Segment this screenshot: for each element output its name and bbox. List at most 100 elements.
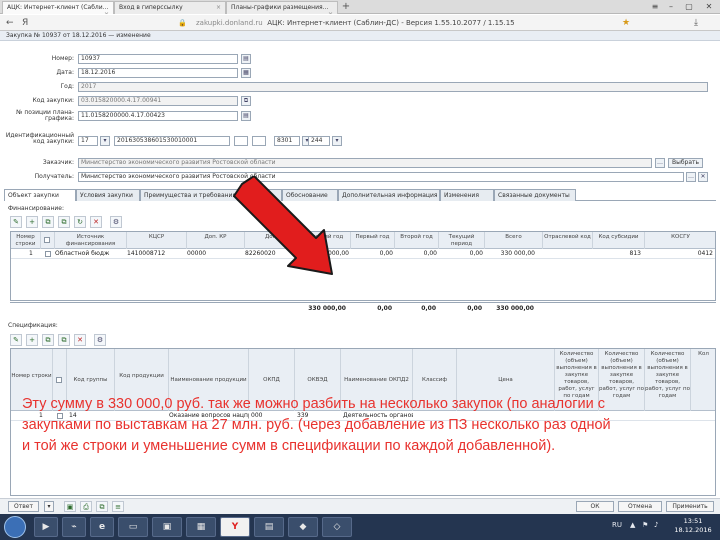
start-button[interactable] (4, 516, 26, 538)
tab-object[interactable]: Объект закупки (4, 189, 76, 201)
second-year-cell[interactable]: 0,00 (395, 249, 437, 259)
new-tab-icon[interactable]: + (340, 1, 352, 13)
add-icon[interactable]: + (26, 334, 38, 346)
ikz-part-field[interactable]: 244 (308, 136, 330, 146)
browser-tab-acc[interactable]: АЦК: Интернет-клиент (Сабли...× (2, 1, 114, 14)
attach-icon[interactable]: ⧉ (96, 501, 108, 512)
calendar-icon[interactable]: ▤ (241, 54, 251, 64)
spreadsheet-icon[interactable]: ▦ (186, 517, 216, 537)
edit-icon[interactable]: ✎ (10, 334, 22, 346)
column-header: КЦСР (127, 232, 187, 249)
plan-position-field[interactable]: 11.0158200000.4.17.00423 (78, 111, 238, 121)
recipient-field[interactable]: Министерство экономического развития Рос… (78, 172, 684, 182)
flag-icon[interactable]: ⚑ (642, 521, 648, 529)
copy-icon[interactable]: ⧉ (42, 216, 54, 228)
save-icon[interactable]: ▣ (64, 501, 76, 512)
chevron-down-icon[interactable]: ▾ (44, 501, 54, 512)
current-period-cell[interactable]: 0,00 (439, 249, 483, 259)
delete-icon[interactable]: ✕ (90, 216, 102, 228)
print-icon[interactable]: ⎙ (80, 501, 92, 512)
choose-button[interactable]: Выбрать (668, 158, 704, 168)
tab-conditions[interactable]: Условия закупки (76, 189, 140, 201)
copy-icon[interactable]: ⧉ (241, 96, 251, 106)
settings-icon[interactable]: ⚙ (94, 334, 106, 346)
folder-icon[interactable]: ▭ (118, 517, 148, 537)
row-checkbox[interactable] (45, 251, 51, 257)
close-icon[interactable]: × (216, 4, 221, 11)
column-header: Номер строки (11, 232, 41, 249)
copy-icon[interactable]: ⧉ (58, 216, 70, 228)
tab-linked-docs[interactable]: Связанные документы (494, 189, 576, 201)
date-field[interactable]: 18.12.2016 (78, 68, 238, 78)
column-header: Всего (485, 232, 543, 249)
delete-icon[interactable]: ✕ (74, 334, 86, 346)
table-row[interactable]: 1 Областной бюдж 1410008712 00000 822600… (11, 249, 715, 259)
column-header-checkbox[interactable] (41, 232, 55, 249)
apply-button[interactable]: Применить (666, 501, 714, 512)
browser-tab-link[interactable]: Вход в гиперссылку × (114, 1, 226, 14)
dots-icon[interactable]: … (655, 158, 665, 168)
volume-icon[interactable]: ♪ (654, 521, 658, 529)
language-indicator[interactable]: RU (612, 521, 622, 529)
clock[interactable]: 13:51 18.12.2016 (668, 517, 718, 535)
copy-icon[interactable]: ⧉ (58, 334, 70, 346)
app-icon[interactable]: ◇ (322, 517, 352, 537)
close-icon[interactable]: ✕ (698, 172, 708, 182)
close-window-icon[interactable]: ✕ (702, 1, 716, 13)
annotation-text: Эту сумму в 330 000,0 руб. так же можно … (22, 396, 611, 454)
ikz-part-field[interactable]: 8301 (274, 136, 300, 146)
arrow-shape (233, 176, 333, 275)
refresh-icon[interactable]: ↻ (74, 216, 86, 228)
calendar-icon[interactable]: ▦ (241, 68, 251, 78)
chevron-down-icon[interactable]: ▾ (100, 136, 110, 146)
select-icon[interactable]: ▤ (241, 111, 251, 121)
ikz-part-field[interactable] (234, 136, 248, 146)
dots-icon[interactable]: … (686, 172, 696, 182)
tab-changes[interactable]: Изменения (440, 189, 494, 201)
close-icon[interactable]: × (104, 11, 109, 14)
network-icon[interactable]: ⌁ (62, 517, 86, 537)
tray-arrow-icon[interactable]: ▲ (630, 521, 635, 529)
add-icon[interactable]: + (26, 216, 38, 228)
kcsr-cell: 1410008712 (127, 250, 166, 257)
ikz-part-field[interactable] (252, 136, 266, 146)
ie-icon[interactable]: e (90, 517, 114, 537)
edit-icon[interactable]: ✎ (10, 216, 22, 228)
number-field[interactable]: 10937 (78, 54, 238, 64)
media-player-icon[interactable]: ▶ (34, 517, 58, 537)
tab-additional[interactable]: Дополнительная информация (338, 189, 440, 201)
column-header: Отраслевой код (543, 232, 593, 249)
ikz-year-field[interactable]: 17 (78, 136, 98, 146)
presentation-icon[interactable]: ▣ (152, 517, 182, 537)
close-icon[interactable]: × (328, 11, 333, 14)
menu-icon[interactable]: ≡ (648, 1, 662, 13)
total-current-period: 0,00 (467, 305, 482, 312)
download-icon[interactable]: ⤓ (694, 17, 698, 29)
cancel-button[interactable]: Отмена (618, 501, 662, 512)
minimize-icon[interactable]: – (664, 1, 678, 13)
copy-icon[interactable]: ⧉ (42, 334, 54, 346)
answer-button[interactable]: Ответ (8, 501, 39, 512)
checkbox[interactable] (56, 377, 62, 383)
document-icon[interactable]: ▤ (254, 517, 284, 537)
url-field[interactable]: zakupki.donland.ru АЦК: Интернет-клиент … (196, 17, 616, 29)
settings-icon[interactable]: ⚙ (110, 216, 122, 228)
ikz-label: Идентификационный код закупки: (5, 132, 74, 145)
first-year-cell[interactable]: 0,00 (351, 249, 393, 259)
document-tabs: Объект закупки Условия закупки Преимущес… (4, 189, 716, 201)
maximize-icon[interactable]: ▢ (682, 1, 696, 13)
browser-tab-plans[interactable]: Планы-графики размещения...× (226, 1, 338, 14)
address-bar: ← Я 🔒 zakupki.donland.ru АЦК: Интернет-к… (0, 15, 720, 31)
chevron-down-icon[interactable]: ▾ (332, 136, 342, 146)
window-title: Закупка № 10937 от 18.12.2016 — изменени… (0, 31, 720, 41)
yandex-browser-icon[interactable]: Y (220, 517, 250, 537)
back-arrow-icon[interactable]: ← (6, 17, 14, 29)
star-icon[interactable]: ★ (622, 17, 630, 29)
checkbox[interactable] (44, 237, 50, 243)
total-first-year: 0,00 (377, 305, 392, 312)
list-icon[interactable]: ≡ (112, 501, 124, 512)
ok-button[interactable]: ОК (576, 501, 614, 512)
app-icon[interactable]: ◆ (288, 517, 318, 537)
year-label: Год: (60, 83, 75, 90)
ikz-code-field[interactable]: 201630538601530010001 (114, 136, 230, 146)
